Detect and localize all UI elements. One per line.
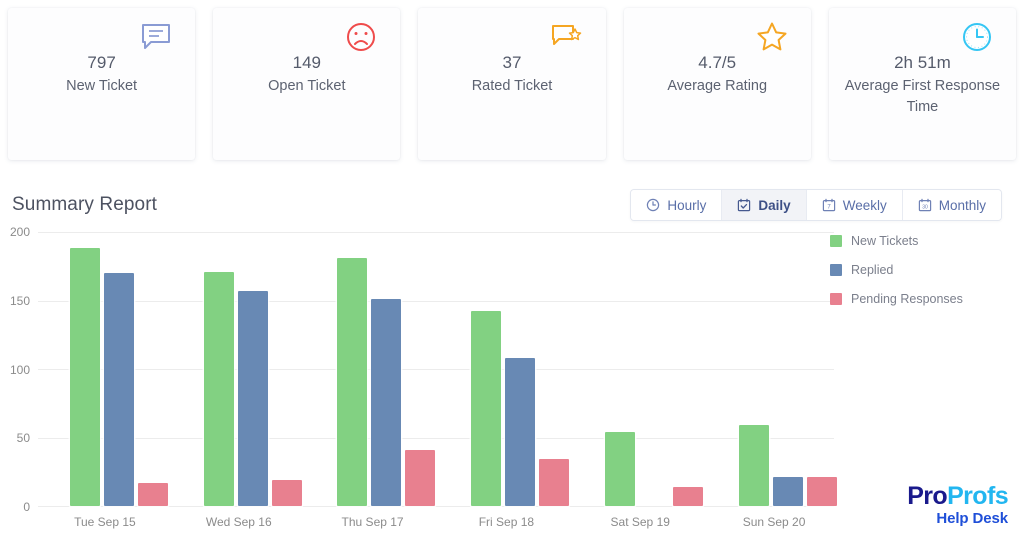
kpi-value: 2h 51m	[894, 53, 951, 72]
x-axis-tick-label: Wed Sep 16	[205, 515, 272, 529]
kpi-value: 4.7/5	[698, 53, 737, 72]
sad-face-icon	[344, 20, 378, 54]
kpi-value: 797	[87, 53, 116, 72]
chart-bar[interactable]	[237, 290, 268, 506]
tab-monthly[interactable]: 30 Monthly	[902, 190, 1001, 220]
kpi-label: New Ticket	[66, 78, 138, 94]
tab-label: Monthly	[938, 197, 986, 213]
logo-part-pro: Pro	[907, 482, 948, 510]
y-axis-tick-label: 0	[23, 500, 30, 514]
legend-swatch	[830, 293, 842, 305]
y-axis-tick-label: 100	[9, 362, 30, 377]
legend-swatch	[830, 235, 842, 247]
tab-label: Weekly	[842, 197, 887, 213]
kpi-card-average-first-response-time[interactable]: 2h 51m Average First Response Time	[828, 8, 1017, 160]
chart-bar-group: Sat Sep 19	[573, 232, 707, 529]
period-tab-group: Hourly Daily 7 Weekly 30 Monthly	[630, 189, 1002, 221]
legend-label: New Tickets	[851, 234, 919, 248]
x-axis-tick-label: Sun Sep 20	[742, 515, 806, 529]
kpi-label: Rated Ticket	[471, 78, 553, 94]
x-axis-tick-label: Fri Sep 18	[478, 515, 535, 529]
kpi-card-open-ticket[interactable]: 149 Open Ticket	[213, 8, 401, 160]
chart-bar[interactable]	[806, 477, 837, 506]
kpi-label: Open Ticket	[268, 78, 346, 94]
kpi-value: 149	[292, 53, 321, 72]
x-axis-tick-label: Thu Sep 17	[341, 515, 404, 529]
kpi-card-rated-ticket[interactable]: 37 Rated Ticket	[418, 8, 606, 160]
chart-bar-group: Fri Sep 18	[439, 232, 573, 529]
legend-item[interactable]: Replied	[830, 263, 1002, 277]
kpi-card-average-rating[interactable]: 4.7/5 Average Rating	[623, 8, 811, 160]
legend-label: Pending Responses	[851, 292, 963, 306]
chart-bar[interactable]	[371, 299, 402, 506]
chart-bar[interactable]	[605, 432, 636, 506]
page-title: Summary Report	[12, 194, 157, 215]
y-axis-tick-label: 200	[9, 225, 30, 239]
chart-bar[interactable]	[539, 459, 570, 506]
chart-bar-group: Sun Sep 20	[707, 232, 841, 529]
calendar-check-icon	[737, 198, 751, 212]
kpi-label: Average First Response Time	[844, 78, 1001, 115]
svg-text:30: 30	[922, 204, 928, 210]
chat-star-icon	[550, 20, 584, 54]
kpi-card-strip: 797 New Ticket 149 Open Ticket 37 Rated …	[0, 0, 1024, 168]
legend-item[interactable]: New Tickets	[830, 234, 1002, 248]
chart-bar-group: Thu Sep 17	[306, 232, 440, 529]
legend-label: Replied	[851, 263, 894, 277]
tab-daily[interactable]: Daily	[722, 190, 807, 220]
clock-icon	[646, 198, 660, 212]
gridline: 0	[23, 500, 834, 514]
chart-bar-group: Wed Sep 16	[172, 232, 306, 529]
kpi-value: 37	[502, 53, 522, 72]
tab-label: Daily	[758, 197, 791, 213]
clock-icon	[960, 20, 994, 54]
chart-bar[interactable]	[471, 311, 502, 506]
kpi-label: Average Rating	[667, 78, 768, 94]
legend-swatch	[830, 264, 842, 276]
chart-bar[interactable]	[69, 248, 100, 506]
calendar-7-icon: 7	[822, 198, 836, 212]
summary-report-header: Summary Report Hourly Daily 7 Weekly 30 …	[0, 168, 1024, 224]
chart-bar[interactable]	[673, 486, 704, 506]
chart-bar-group: Tue Sep 15	[38, 232, 172, 529]
summary-report-chart: 0 50 100 150 200 Tue Sep 15 Wed Sep 16 Thu Sep…	[0, 224, 1024, 534]
chart-bar[interactable]	[103, 273, 134, 506]
tab-hourly[interactable]: Hourly	[631, 190, 723, 220]
svg-text:7: 7	[827, 205, 831, 211]
proprofs-help-desk-logo: ProProfs Help Desk	[907, 484, 1008, 527]
chart-plot-area: 0 50 100 150 200 Tue Sep 15 Wed Sep 16 Thu Sep…	[10, 225, 837, 529]
chart-legend: New Tickets Replied Pending Responses	[830, 234, 1002, 321]
logo-subtitle: Help Desk	[936, 510, 1008, 527]
chart-bar[interactable]	[505, 358, 536, 506]
chat-bubble-icon	[139, 20, 173, 54]
x-axis-tick-label: Tue Sep 15	[74, 515, 136, 529]
chart-bar[interactable]	[772, 477, 803, 506]
legend-item[interactable]: Pending Responses	[830, 292, 1002, 306]
x-axis-tick-label: Sat Sep 19	[610, 515, 670, 529]
y-axis-tick-label: 50	[16, 431, 30, 446]
star-icon	[755, 20, 789, 54]
kpi-card-new-ticket[interactable]: 797 New Ticket	[8, 8, 196, 160]
chart-bar[interactable]	[137, 482, 168, 506]
calendar-30-icon: 30	[918, 198, 932, 212]
logo-part-profs: Profs	[947, 482, 1009, 510]
tab-weekly[interactable]: 7 Weekly	[806, 190, 903, 220]
tab-label: Hourly	[667, 197, 707, 213]
y-axis-tick-label: 150	[9, 293, 30, 308]
chart-bar[interactable]	[405, 449, 436, 506]
chart-bar-groups: Tue Sep 15 Wed Sep 16 Thu Sep 17 Fri Sep 18…	[38, 232, 837, 529]
logo-wordmark: ProProfs	[907, 484, 1008, 509]
chart-bar[interactable]	[271, 479, 302, 506]
chart-bar[interactable]	[203, 271, 234, 506]
chart-bar[interactable]	[738, 425, 769, 506]
chart-bar[interactable]	[337, 258, 368, 506]
